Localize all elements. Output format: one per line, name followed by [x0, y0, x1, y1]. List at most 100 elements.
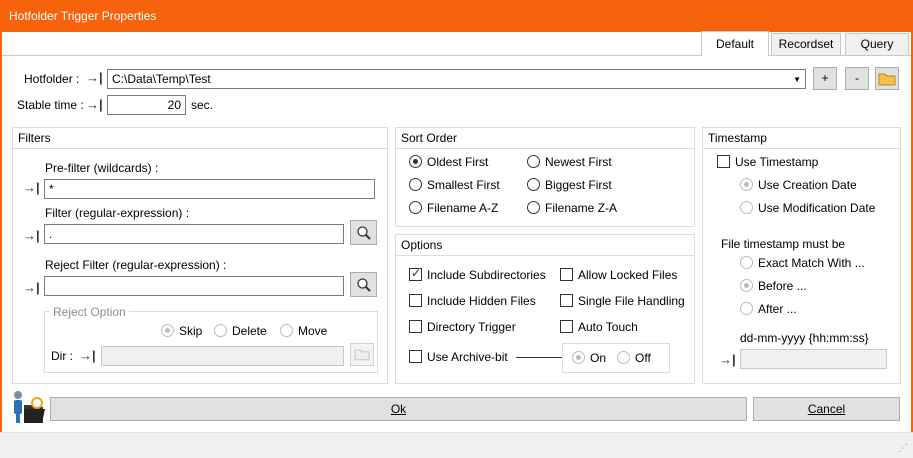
- divider: [396, 255, 694, 256]
- test-reject-filter-button[interactable]: [350, 272, 377, 297]
- test-filter-button[interactable]: [350, 220, 377, 245]
- sort-oldest-first-label: Oldest First: [427, 155, 489, 169]
- insert-arrow-icon[interactable]: →|: [719, 352, 736, 367]
- include-hidden-files-label: Include Hidden Files: [427, 294, 536, 308]
- tab-default[interactable]: Default: [701, 31, 769, 56]
- after-label: After ...: [758, 302, 797, 316]
- window-title: Hotfolder Trigger Properties: [9, 9, 157, 23]
- magnify-icon: [356, 226, 371, 240]
- directory-trigger-checkbox[interactable]: [409, 320, 422, 333]
- sort-filename-za-radio[interactable]: [527, 201, 540, 214]
- tab-query[interactable]: Query: [845, 33, 909, 55]
- stable-time-label: Stable time :: [17, 98, 84, 112]
- browse-dir-button[interactable]: [350, 343, 374, 366]
- add-hotfolder-button[interactable]: +: [813, 67, 837, 90]
- sort-biggest-first-label: Biggest First: [545, 178, 612, 192]
- before-radio[interactable]: [740, 279, 753, 292]
- insert-arrow-icon[interactable]: →|: [79, 348, 96, 363]
- use-archive-bit-checkbox[interactable]: [409, 350, 422, 363]
- sort-order-title: Sort Order: [401, 131, 458, 145]
- chevron-down-icon[interactable]: ▼: [793, 73, 801, 87]
- sort-filename-az-label: Filename A-Z: [427, 201, 499, 215]
- filter-input[interactable]: .: [44, 224, 344, 244]
- sort-newest-first-label: Newest First: [545, 155, 612, 169]
- reject-move-label: Move: [298, 324, 328, 338]
- cancel-label: Cancel: [807, 402, 846, 416]
- archive-on-radio[interactable]: [572, 351, 585, 364]
- sort-biggest-first-radio[interactable]: [527, 178, 540, 191]
- timestamp-title: Timestamp: [708, 131, 767, 145]
- before-label: Before ...: [758, 279, 807, 293]
- exact-match-radio[interactable]: [740, 256, 753, 269]
- after-radio[interactable]: [740, 302, 753, 315]
- prefilter-value: *: [49, 182, 54, 196]
- allow-locked-files-checkbox[interactable]: [560, 268, 573, 281]
- stable-time-input[interactable]: 20: [107, 95, 186, 115]
- folder-icon: [354, 349, 370, 361]
- single-file-handling-checkbox[interactable]: [560, 294, 573, 307]
- reject-delete-radio[interactable]: [214, 324, 227, 337]
- title-bar: Hotfolder Trigger Properties: [0, 0, 913, 32]
- exact-match-label: Exact Match With ...: [758, 256, 865, 270]
- use-creation-date-label: Use Creation Date: [758, 178, 857, 192]
- single-file-handling-label: Single File Handling: [578, 294, 685, 308]
- sort-newest-first-radio[interactable]: [527, 155, 540, 168]
- browse-folder-button[interactable]: [875, 67, 899, 90]
- sort-filename-za-label: Filename Z-A: [545, 201, 618, 215]
- cancel-button[interactable]: Cancel: [753, 397, 900, 421]
- remove-label: -: [855, 71, 859, 85]
- directory-trigger-label: Directory Trigger: [427, 320, 516, 334]
- insert-arrow-icon[interactable]: →|: [23, 280, 40, 295]
- archive-off-radio[interactable]: [617, 351, 630, 364]
- sort-smallest-first-radio[interactable]: [409, 178, 422, 191]
- divider: [13, 148, 387, 149]
- use-archive-bit-label: Use Archive-bit: [427, 350, 508, 364]
- ok-button[interactable]: Ok: [50, 397, 747, 421]
- prefilter-label: Pre-filter (wildcards) :: [45, 161, 159, 175]
- use-creation-date-radio[interactable]: [740, 178, 753, 191]
- options-title: Options: [401, 238, 443, 252]
- include-subdirectories-checkbox[interactable]: [409, 266, 422, 281]
- window-frame-left: [0, 32, 2, 458]
- add-label: +: [821, 71, 829, 85]
- allow-locked-files-label: Allow Locked Files: [578, 268, 678, 282]
- reject-filter-label: Reject Filter (regular-expression) :: [45, 258, 227, 272]
- timestamp-input[interactable]: [740, 349, 887, 369]
- use-timestamp-checkbox[interactable]: [717, 155, 730, 168]
- tab-recordset[interactable]: Recordset: [771, 33, 841, 55]
- sort-filename-az-radio[interactable]: [409, 201, 422, 214]
- tab-recordset-label: Recordset: [778, 37, 834, 51]
- insert-arrow-icon[interactable]: →|: [86, 70, 103, 85]
- dir-input[interactable]: [101, 346, 344, 366]
- stable-time-value: 20: [167, 98, 181, 112]
- include-hidden-files-checkbox[interactable]: [409, 294, 422, 307]
- insert-arrow-icon[interactable]: →|: [23, 228, 40, 243]
- hotfolder-combobox[interactable]: C:\Data\Temp\Test ▼: [107, 69, 806, 89]
- sort-oldest-first-radio[interactable]: [409, 155, 422, 168]
- resize-grip-icon[interactable]: ⋰: [898, 443, 908, 454]
- auto-touch-label: Auto Touch: [578, 320, 638, 334]
- dir-label: Dir :: [51, 349, 73, 363]
- user-folder-svg: [14, 391, 45, 423]
- connector-line: [516, 357, 562, 358]
- reject-skip-radio[interactable]: [161, 324, 174, 337]
- timestamp-must-be-label: File timestamp must be: [721, 237, 846, 251]
- user-folder-icon: [11, 389, 45, 425]
- use-modification-date-radio[interactable]: [740, 201, 753, 214]
- ok-label: Ok: [390, 402, 407, 416]
- use-modification-date-label: Use Modification Date: [758, 201, 876, 215]
- magnify-icon: [356, 278, 371, 292]
- prefilter-input[interactable]: *: [44, 179, 375, 199]
- divider: [703, 148, 900, 149]
- reject-filter-input[interactable]: [44, 276, 344, 296]
- auto-touch-checkbox[interactable]: [560, 320, 573, 333]
- reject-skip-label: Skip: [179, 324, 203, 338]
- divider: [396, 148, 694, 149]
- stable-time-unit: sec.: [191, 98, 214, 112]
- insert-arrow-icon[interactable]: →|: [23, 180, 40, 195]
- folder-icon: [878, 73, 896, 86]
- tab-default-label: Default: [715, 37, 755, 51]
- reject-move-radio[interactable]: [280, 324, 293, 337]
- insert-arrow-icon[interactable]: →|: [86, 97, 103, 112]
- remove-hotfolder-button[interactable]: -: [845, 67, 869, 90]
